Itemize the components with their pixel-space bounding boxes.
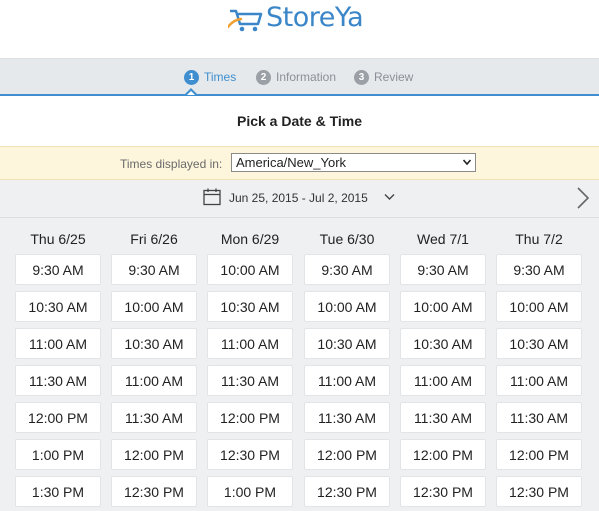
- chevron-down-icon: [463, 159, 471, 166]
- step-label: Times: [204, 70, 237, 84]
- time-slot-button[interactable]: 11:00 AM: [207, 328, 293, 359]
- time-slot-button[interactable]: 10:30 AM: [400, 328, 486, 359]
- timezone-label: Times displayed in:: [120, 157, 223, 171]
- time-slot-button[interactable]: 11:30 AM: [304, 402, 390, 433]
- calendar-icon: [203, 188, 221, 206]
- timezone-select[interactable]: America/New_York: [231, 153, 476, 172]
- step-label: Information: [276, 70, 337, 84]
- date-range-selector[interactable]: Jun 25, 2015 - Jul 2, 2015: [229, 191, 368, 205]
- time-slot-button[interactable]: 1:00 PM: [15, 439, 101, 470]
- time-slot-button[interactable]: 10:30 AM: [496, 328, 582, 359]
- time-slot-button[interactable]: 12:00 PM: [400, 439, 486, 470]
- step-times[interactable]: 1 Times: [184, 69, 236, 85]
- day-header: Thu 6/25: [30, 231, 86, 247]
- time-slot-button[interactable]: 11:30 AM: [496, 402, 582, 433]
- title-bar: Pick a Date & Time: [0, 96, 599, 146]
- time-slot-button[interactable]: 10:00 AM: [111, 291, 197, 322]
- time-slot-button[interactable]: 9:30 AM: [304, 254, 390, 285]
- day-header: Wed 7/1: [417, 231, 469, 247]
- time-slot-button[interactable]: 11:00 AM: [496, 365, 582, 396]
- time-slot-button[interactable]: 9:30 AM: [15, 254, 101, 285]
- time-slot-button[interactable]: 10:00 AM: [304, 291, 390, 322]
- step-number: 1: [184, 69, 199, 85]
- time-slot-button[interactable]: 10:30 AM: [111, 328, 197, 359]
- time-slot-button[interactable]: 10:30 AM: [304, 328, 390, 359]
- time-slot-button[interactable]: 10:00 AM: [496, 291, 582, 322]
- time-slot-button[interactable]: 12:30 PM: [207, 439, 293, 470]
- storeya-logo[interactable]: StoreYa: [224, 0, 374, 40]
- day-header: Tue 6/30: [319, 231, 375, 247]
- time-slot-button[interactable]: 11:30 AM: [400, 402, 486, 433]
- time-slot-button[interactable]: 11:00 AM: [400, 365, 486, 396]
- time-slot-button[interactable]: 10:30 AM: [15, 291, 101, 322]
- time-slot-button[interactable]: 12:30 PM: [496, 476, 582, 507]
- time-slot-button[interactable]: 12:30 PM: [400, 476, 486, 507]
- chevron-right-icon[interactable]: [576, 186, 590, 210]
- step-information[interactable]: 2 Information: [256, 69, 336, 85]
- time-slot-button[interactable]: 11:30 AM: [111, 402, 197, 433]
- time-slot-button[interactable]: 10:00 AM: [207, 254, 293, 285]
- step-number: 3: [354, 69, 369, 85]
- time-slot-button[interactable]: 12:30 PM: [304, 476, 390, 507]
- chevron-down-icon[interactable]: [384, 193, 395, 201]
- time-slot-button[interactable]: 1:30 PM: [15, 476, 101, 507]
- step-number: 2: [256, 69, 271, 85]
- date-range-bar: Jun 25, 2015 - Jul 2, 2015: [0, 180, 599, 218]
- timezone-value: America/New_York: [236, 155, 347, 170]
- time-slot-button[interactable]: 11:00 AM: [111, 365, 197, 396]
- time-slot-button[interactable]: 9:30 AM: [111, 254, 197, 285]
- shopping-cart-icon: [228, 9, 263, 32]
- time-slot-button[interactable]: 9:30 AM: [400, 254, 486, 285]
- time-slot-button[interactable]: 12:00 PM: [15, 402, 101, 433]
- timezone-bar: Times displayed in: America/New_York: [0, 146, 599, 180]
- page-title: Pick a Date & Time: [236, 113, 363, 129]
- day-header: Fri 6/26: [130, 231, 178, 247]
- time-slot-button[interactable]: 1:00 PM: [207, 476, 293, 507]
- logo-text: StoreYa: [266, 2, 364, 33]
- time-slot-button[interactable]: 12:30 PM: [111, 476, 197, 507]
- day-header: Thu 7/2: [515, 231, 563, 247]
- time-slot-button[interactable]: 11:30 AM: [15, 365, 101, 396]
- time-slot-button[interactable]: 12:00 PM: [111, 439, 197, 470]
- time-slot-button[interactable]: 10:30 AM: [207, 291, 293, 322]
- time-slot-button[interactable]: 12:00 PM: [496, 439, 582, 470]
- time-slot-button[interactable]: 11:00 AM: [15, 328, 101, 359]
- time-slot-button[interactable]: 10:00 AM: [400, 291, 486, 322]
- time-slot-button[interactable]: 12:00 PM: [304, 439, 390, 470]
- active-step-caret-fill: [187, 91, 195, 95]
- step-progress: 1 Times 2 Information 3 Review: [0, 59, 599, 96]
- day-header: Mon 6/29: [220, 231, 280, 247]
- time-slot-button[interactable]: 12:00 PM: [207, 402, 293, 433]
- time-slot-button[interactable]: 11:00 AM: [304, 365, 390, 396]
- step-review[interactable]: 3 Review: [354, 69, 413, 85]
- header: StoreYa: [0, 0, 599, 59]
- step-label: Review: [374, 70, 414, 84]
- time-slot-button[interactable]: 9:30 AM: [496, 254, 582, 285]
- time-slot-button[interactable]: 11:30 AM: [207, 365, 293, 396]
